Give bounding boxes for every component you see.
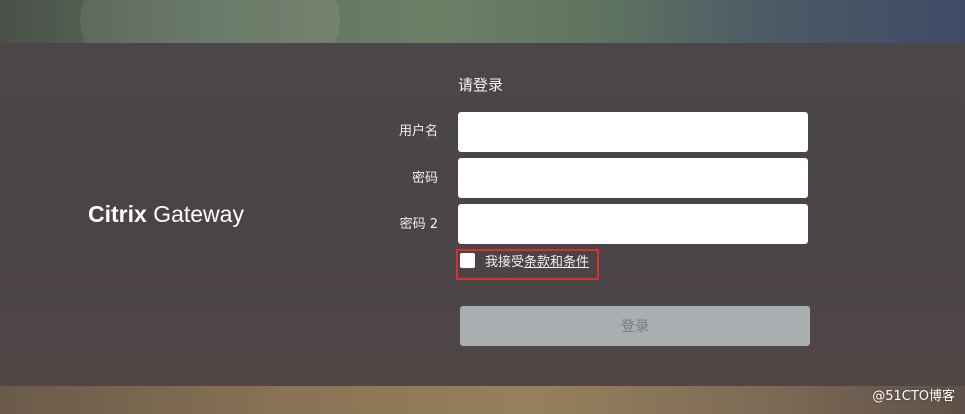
brand-name-bold: Citrix xyxy=(88,201,147,227)
username-label: 用户名 xyxy=(398,124,438,139)
password2-input[interactable] xyxy=(458,204,808,244)
password-label: 密码 xyxy=(411,171,438,186)
terms-prefix: 我接受 xyxy=(485,255,525,270)
username-input[interactable] xyxy=(458,112,808,152)
background-top-band xyxy=(0,0,965,100)
terms-link[interactable]: 条款和条件 xyxy=(524,255,589,270)
terms-text: 我接受条款和条件 xyxy=(485,255,589,271)
brand-name-regular: Gateway xyxy=(153,201,244,227)
login-button[interactable]: 登录 xyxy=(460,306,810,346)
background-bottom-band xyxy=(0,386,965,414)
citrix-gateway-logo: Citrix Gateway xyxy=(88,199,244,229)
password-input[interactable] xyxy=(458,158,808,198)
form-title: 请登录 xyxy=(458,76,504,94)
terms-checkbox[interactable] xyxy=(460,253,475,268)
password2-label: 密码 2 xyxy=(399,217,438,232)
watermark: @51CTO博客 xyxy=(872,389,955,404)
